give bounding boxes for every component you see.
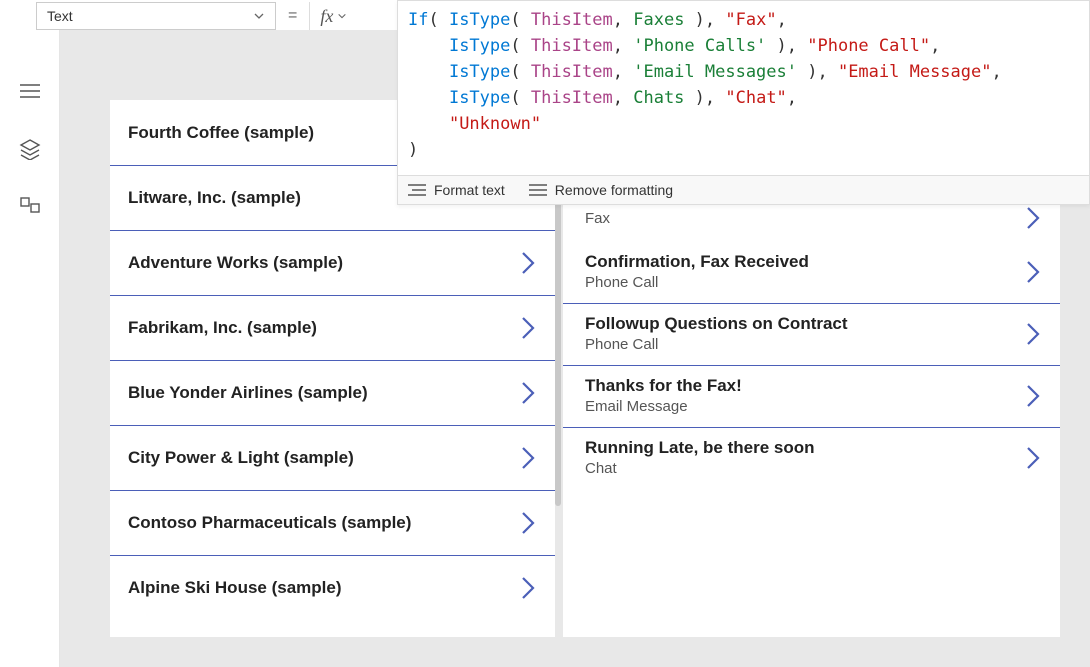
list-item[interactable]: Thanks for the Fax! Email Message — [563, 365, 1060, 427]
activity-type: Email Message — [585, 398, 742, 415]
list-item[interactable]: Blue Yonder Airlines (sample) — [110, 360, 555, 425]
account-name: Fourth Coffee (sample) — [128, 123, 314, 143]
remove-format-icon — [529, 183, 547, 197]
format-text-button[interactable]: Format text — [408, 182, 505, 198]
equals-label: = — [276, 7, 309, 25]
account-name: Contoso Pharmaceuticals (sample) — [128, 513, 411, 533]
account-name: Alpine Ski House (sample) — [128, 578, 342, 598]
account-name: Adventure Works (sample) — [128, 253, 343, 273]
activity-title: Running Late, be there soon — [585, 438, 815, 458]
chevron-right-icon[interactable] — [1024, 444, 1042, 472]
property-dropdown[interactable]: Text — [36, 2, 276, 30]
layers-icon[interactable] — [19, 138, 41, 160]
activity-title: Followup Questions on Contract — [585, 314, 848, 334]
format-icon — [408, 183, 426, 197]
list-item[interactable]: City Power & Light (sample) — [110, 425, 555, 490]
activity-title: Thanks for the Fax! — [585, 376, 742, 396]
chevron-right-icon[interactable] — [519, 574, 537, 602]
activities-gallery[interactable]: Fax Confirmation, Fax Received Phone Call… — [563, 200, 1060, 637]
chevron-right-icon[interactable] — [1024, 258, 1042, 286]
list-item[interactable]: Followup Questions on Contract Phone Call — [563, 303, 1060, 365]
activity-type: Phone Call — [585, 274, 809, 291]
account-name: Litware, Inc. (sample) — [128, 188, 301, 208]
list-item[interactable]: Fabrikam, Inc. (sample) — [110, 295, 555, 360]
list-item[interactable]: Confirmation, Fax Received Phone Call — [563, 242, 1060, 303]
activity-type: Fax — [585, 210, 610, 227]
chevron-right-icon[interactable] — [519, 249, 537, 277]
activity-type: Chat — [585, 460, 815, 477]
chevron-right-icon[interactable] — [1024, 320, 1042, 348]
activity-type: Phone Call — [585, 336, 848, 353]
components-icon[interactable] — [19, 196, 41, 218]
fx-label[interactable]: fx — [309, 2, 357, 30]
chevron-down-icon — [337, 11, 347, 21]
chevron-right-icon[interactable] — [1024, 204, 1042, 232]
chevron-right-icon[interactable] — [519, 444, 537, 472]
formula-bar[interactable]: If( IsType( ThisItem, Faxes ), "Fax", Is… — [397, 0, 1090, 205]
chevron-right-icon[interactable] — [519, 509, 537, 537]
remove-formatting-button[interactable]: Remove formatting — [529, 182, 673, 198]
account-name: Blue Yonder Airlines (sample) — [128, 383, 368, 403]
account-name: Fabrikam, Inc. (sample) — [128, 318, 317, 338]
property-dropdown-value: Text — [47, 8, 73, 24]
chevron-down-icon — [253, 10, 265, 22]
formula-content[interactable]: If( IsType( ThisItem, Faxes ), "Fax", Is… — [398, 1, 1089, 175]
hamburger-icon[interactable] — [19, 80, 41, 102]
left-rail — [0, 30, 60, 667]
chevron-right-icon[interactable] — [1024, 382, 1042, 410]
list-item[interactable]: Adventure Works (sample) — [110, 230, 555, 295]
list-item[interactable]: Alpine Ski House (sample) — [110, 555, 555, 620]
list-item[interactable]: Contoso Pharmaceuticals (sample) — [110, 490, 555, 555]
chevron-right-icon[interactable] — [519, 379, 537, 407]
chevron-right-icon[interactable] — [519, 314, 537, 342]
formula-toolbar: Format text Remove formatting — [398, 175, 1089, 204]
activity-title: Confirmation, Fax Received — [585, 252, 809, 272]
account-name: City Power & Light (sample) — [128, 448, 354, 468]
list-item[interactable]: Running Late, be there soon Chat — [563, 427, 1060, 489]
list-item[interactable]: Fax — [563, 200, 1060, 242]
